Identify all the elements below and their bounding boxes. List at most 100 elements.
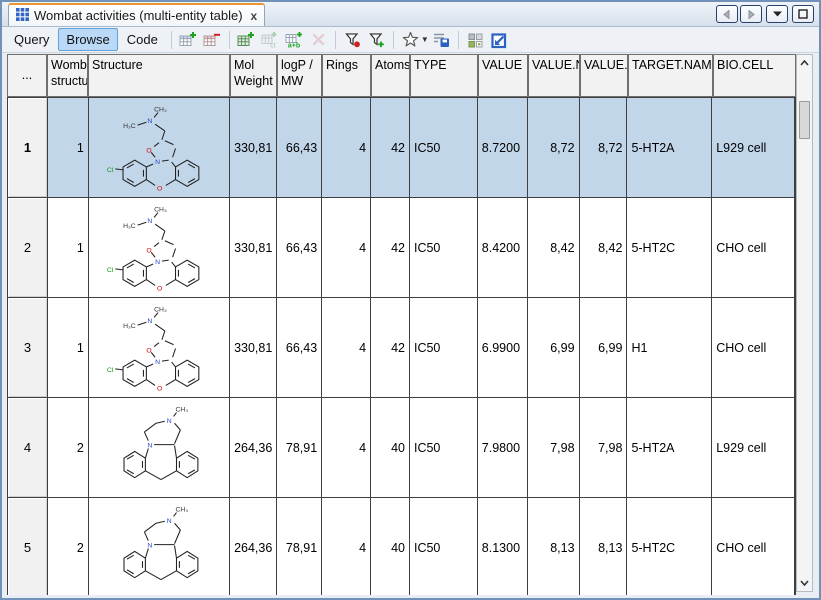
code-mode-button[interactable]: Code	[119, 28, 166, 51]
scroll-tabs-left-button[interactable]	[716, 5, 738, 23]
tab-wombat-activities[interactable]: Wombat activities (multi-entity table) x	[8, 3, 265, 26]
maximize-button[interactable]	[792, 5, 814, 23]
cell-atoms[interactable]: 40	[371, 398, 410, 497]
column-header-atoms[interactable]: Atoms	[371, 54, 410, 97]
column-header-bio-cell[interactable]: BIO.CELL	[713, 54, 796, 97]
column-header-value-n[interactable]: VALUE.N	[528, 54, 580, 97]
cell-bio-cell[interactable]: CHO cell	[712, 298, 795, 397]
column-header-target-name[interactable]: TARGET.NAM	[628, 54, 713, 97]
cell-bio-cell[interactable]: L929 cell	[712, 98, 795, 197]
row-header[interactable]: 1	[8, 98, 48, 197]
cell-bio-cell[interactable]: CHO cell	[712, 198, 795, 297]
column-header-mol-weight[interactable]: Mol Weight	[230, 54, 277, 97]
column-header-structure[interactable]: Structure	[88, 54, 230, 97]
cell-value-n[interactable]: 8,42	[528, 198, 580, 297]
cell-value-2[interactable]: 6,99	[580, 298, 628, 397]
table-row[interactable]: 3 1 330,81 66,43 4 42 IC50 6.9900 6,99 6…	[8, 298, 795, 398]
cell-structure[interactable]	[89, 198, 231, 297]
cell-atoms[interactable]: 40	[371, 498, 410, 595]
export-arrow-icon[interactable]	[488, 29, 511, 50]
table-row[interactable]: 1 1 330,81 66,43 4 42 IC50 8.7200 8,72 8…	[8, 98, 795, 198]
cell-type[interactable]: IC50	[410, 298, 478, 397]
cell-mol-weight[interactable]: 330,81	[230, 98, 277, 197]
filter-red-icon[interactable]	[341, 29, 364, 50]
column-header-rings[interactable]: Rings	[322, 54, 371, 97]
cell-value-n[interactable]: 8,72	[528, 98, 580, 197]
cell-wombat-structure-id[interactable]: 2	[48, 398, 89, 497]
star-dropdown-caret-icon[interactable]: ▼	[421, 35, 429, 44]
row-header[interactable]: 3	[8, 298, 48, 397]
cell-mol-weight[interactable]: 330,81	[230, 198, 277, 297]
cell-mol-weight[interactable]: 264,36	[230, 398, 277, 497]
grid-view-icon[interactable]	[464, 29, 487, 50]
cell-target-name[interactable]: 5-HT2A	[627, 398, 712, 497]
cell-wombat-structure-id[interactable]: 1	[48, 98, 89, 197]
cell-value[interactable]: 8.4200	[478, 198, 528, 297]
cell-value[interactable]: 8.7200	[478, 98, 528, 197]
add-row-icon[interactable]	[177, 29, 200, 50]
cell-logp-mw[interactable]: 66,43	[277, 98, 322, 197]
cell-atoms[interactable]: 42	[371, 298, 410, 397]
cell-value[interactable]: 7.9800	[478, 398, 528, 497]
scroll-down-icon[interactable]	[797, 575, 812, 591]
table-row[interactable]: 4 2 264,36 78,91 4 40 IC50 7.9800 7,98 7…	[8, 398, 795, 498]
cell-structure[interactable]	[89, 498, 231, 595]
tab-list-dropdown-button[interactable]	[766, 5, 788, 23]
column-header-logp-mw[interactable]: logP / MW	[277, 54, 322, 97]
cell-type[interactable]: IC50	[410, 198, 478, 297]
column-header-value-2[interactable]: VALUE.	[580, 54, 628, 97]
cell-type[interactable]: IC50	[410, 398, 478, 497]
cell-bio-cell[interactable]: L929 cell	[712, 398, 795, 497]
cell-logp-mw[interactable]: 66,43	[277, 198, 322, 297]
tab-close-icon[interactable]: x	[251, 10, 258, 22]
cell-value-2[interactable]: 8,13	[580, 498, 628, 595]
cell-target-name[interactable]: 5-HT2C	[627, 498, 712, 595]
cell-target-name[interactable]: 5-HT2C	[627, 198, 712, 297]
column-header-value[interactable]: VALUE	[478, 54, 528, 97]
cell-wombat-structure-id[interactable]: 1	[48, 298, 89, 397]
cell-value[interactable]: 6.9900	[478, 298, 528, 397]
cell-value-2[interactable]: 7,98	[580, 398, 628, 497]
cell-atoms[interactable]: 42	[371, 98, 410, 197]
cell-rings[interactable]: 4	[322, 298, 371, 397]
cell-logp-mw[interactable]: 78,91	[277, 498, 322, 595]
scroll-up-icon[interactable]	[797, 55, 812, 71]
cell-logp-mw[interactable]: 66,43	[277, 298, 322, 397]
row-header[interactable]: 2	[8, 198, 48, 297]
column-header-type[interactable]: TYPE	[410, 54, 478, 97]
cell-wombat-structure-id[interactable]: 1	[48, 198, 89, 297]
cell-type[interactable]: IC50	[410, 498, 478, 595]
cell-value-n[interactable]: 7,98	[528, 398, 580, 497]
cell-logp-mw[interactable]: 78,91	[277, 398, 322, 497]
vertical-scrollbar[interactable]	[796, 54, 813, 592]
add-field-icon[interactable]	[235, 29, 258, 50]
row-header[interactable]: 5	[8, 498, 48, 595]
row-header[interactable]: 4	[8, 398, 48, 497]
cell-structure[interactable]	[89, 298, 231, 397]
cell-structure[interactable]	[89, 398, 231, 497]
query-mode-button[interactable]: Query	[6, 28, 57, 51]
scroll-tabs-right-button[interactable]	[740, 5, 762, 23]
cell-wombat-structure-id[interactable]: 2	[48, 498, 89, 595]
cell-value-2[interactable]: 8,42	[580, 198, 628, 297]
column-header-wombat-structure[interactable]: Wombat structure	[47, 54, 88, 97]
cell-mol-weight[interactable]: 264,36	[230, 498, 277, 595]
cell-rings[interactable]: 4	[322, 398, 371, 497]
cell-value[interactable]: 8.1300	[478, 498, 528, 595]
cell-rings[interactable]: 4	[322, 98, 371, 197]
scrollbar-thumb[interactable]	[799, 101, 810, 139]
table-row[interactable]: 5 2 264,36 78,91 4 40 IC50 8.1300 8,13 8…	[8, 498, 795, 595]
cell-bio-cell[interactable]: CHO cell	[712, 498, 795, 595]
cell-value-2[interactable]: 8,72	[580, 98, 628, 197]
cell-target-name[interactable]: 5-HT2A	[627, 98, 712, 197]
table-options-button[interactable]: ...	[7, 54, 47, 97]
cell-target-name[interactable]: H1	[627, 298, 712, 397]
list-save-icon[interactable]	[430, 29, 453, 50]
filter-add-icon[interactable]	[365, 29, 388, 50]
cell-atoms[interactable]: 42	[371, 198, 410, 297]
cell-structure[interactable]	[89, 98, 231, 197]
cell-value-n[interactable]: 8,13	[528, 498, 580, 595]
cell-rings[interactable]: 4	[322, 198, 371, 297]
table-row[interactable]: 2 1 330,81 66,43 4 42 IC50 8.4200 8,42 8…	[8, 198, 795, 298]
cell-rings[interactable]: 4	[322, 498, 371, 595]
